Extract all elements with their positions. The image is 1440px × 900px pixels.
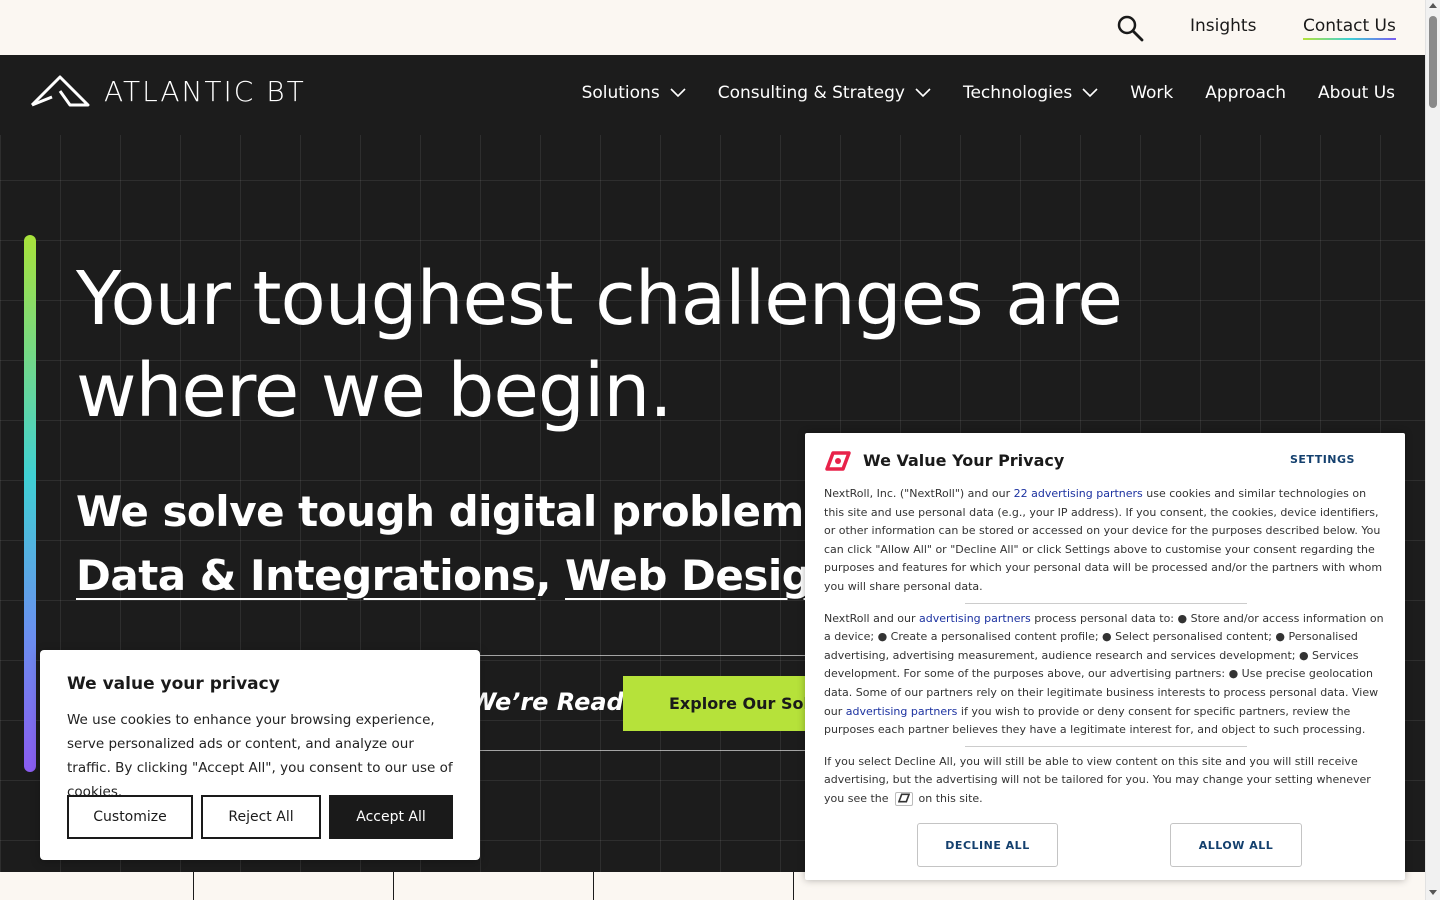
utility-bar: Insights Contact Us <box>0 0 1425 55</box>
nav-approach[interactable]: Approach <box>1205 83 1286 103</box>
decline-all-button[interactable]: DECLINE ALL <box>917 823 1058 867</box>
nav-consulting-label: Consulting & Strategy <box>717 83 905 103</box>
logo-text: ATLANTIC BT <box>104 74 306 108</box>
nav-approach-label: Approach <box>1205 83 1287 103</box>
column-divider <box>193 872 194 900</box>
modal-title: We Value Your Privacy <box>863 451 1065 470</box>
page-scrollbar[interactable] <box>1425 0 1440 900</box>
settings-link[interactable]: SETTINGS <box>1290 453 1355 466</box>
scroll-thumb[interactable] <box>1429 16 1437 108</box>
allow-all-button[interactable]: ALLOW ALL <box>1170 823 1302 867</box>
subhead-comma: , <box>535 551 566 600</box>
cookie-text: We use cookies to enhance your browsing … <box>67 712 453 800</box>
nav-technologies[interactable]: Technologies <box>963 83 1098 103</box>
cookie-title: We value your privacy <box>67 674 280 694</box>
chevron-down-icon <box>915 88 931 98</box>
gradient-accent-bar <box>24 235 36 772</box>
divider <box>965 602 1247 604</box>
nav-work-label: Work <box>1130 83 1174 103</box>
nextroll-inline-icon[interactable] <box>894 791 913 806</box>
nav-work[interactable]: Work <box>1130 83 1173 103</box>
insights-link[interactable]: Insights <box>1190 16 1256 36</box>
column-divider <box>793 872 794 900</box>
p2-text-cont: process personal data to: ● Store and/or… <box>824 611 1384 718</box>
cookie-consent-banner: We value your privacy We use cookies to … <box>40 650 480 860</box>
nav-items: Solutions Consulting & Strategy Technolo… <box>582 83 1395 103</box>
column-divider <box>593 872 594 900</box>
reject-all-button[interactable]: Reject All <box>201 795 321 839</box>
nav-solutions-label: Solutions <box>581 83 660 103</box>
chevron-down-icon <box>1082 88 1098 98</box>
logo-mark-icon <box>30 75 90 107</box>
subhead-link-data-integrations[interactable]: Data & Integrations <box>76 551 536 600</box>
modal-body: NextRoll, Inc. ("NextRoll") and our 22 a… <box>824 485 1388 809</box>
nextroll-logo-icon <box>825 451 851 471</box>
nav-about-label: About Us <box>1318 83 1395 103</box>
advertising-partners-count-link[interactable]: 22 advertising partners <box>1014 487 1143 500</box>
nav-about-us[interactable]: About Us <box>1318 83 1395 103</box>
modal-paragraph-2: NextRoll and our advertising partners pr… <box>824 610 1388 740</box>
nav-solutions[interactable]: Solutions <box>582 83 686 103</box>
p2-text: NextRoll and our <box>824 611 920 625</box>
p1-text-cont: use cookies and similar technologies on … <box>824 487 1383 593</box>
nav-technologies-label: Technologies <box>962 83 1073 103</box>
nextroll-privacy-modal: We Value Your Privacy SETTINGS NextRoll,… <box>805 433 1405 880</box>
column-divider <box>393 872 394 900</box>
modal-paragraph-3: If you select Decline All, you will stil… <box>824 753 1388 809</box>
scroll-up-arrow-icon[interactable] <box>1429 3 1437 8</box>
modal-paragraph-1: NextRoll, Inc. ("NextRoll") and our 22 a… <box>824 485 1388 597</box>
p3-text-end: on this site. <box>918 791 983 805</box>
advertising-partners-link-2[interactable]: advertising partners <box>846 705 958 718</box>
hero-headline: Your toughest challenges are where we be… <box>76 256 1123 434</box>
cookie-buttons: Customize Reject All Accept All <box>67 795 453 839</box>
nav-consulting-strategy[interactable]: Consulting & Strategy <box>718 83 931 103</box>
atlantic-bt-logo[interactable]: ATLANTIC BT <box>30 74 306 108</box>
contact-us-link[interactable]: Contact Us <box>1303 16 1396 40</box>
subhead-link-web-design[interactable]: Web Design <box>565 551 841 600</box>
customize-button[interactable]: Customize <box>67 795 193 839</box>
main-nav: ATLANTIC BT Solutions Consulting & Strat… <box>0 55 1425 135</box>
scroll-down-arrow-icon[interactable] <box>1429 890 1437 895</box>
chevron-down-icon <box>670 88 686 98</box>
search-icon[interactable] <box>1116 14 1144 42</box>
divider <box>965 745 1247 747</box>
p1-text: NextRoll, Inc. ("NextRoll") and our <box>824 487 1014 500</box>
accept-all-button[interactable]: Accept All <box>329 795 453 839</box>
advertising-partners-link[interactable]: advertising partners <box>919 612 1031 625</box>
were-ready-text: We’re Ready <box>470 688 640 716</box>
